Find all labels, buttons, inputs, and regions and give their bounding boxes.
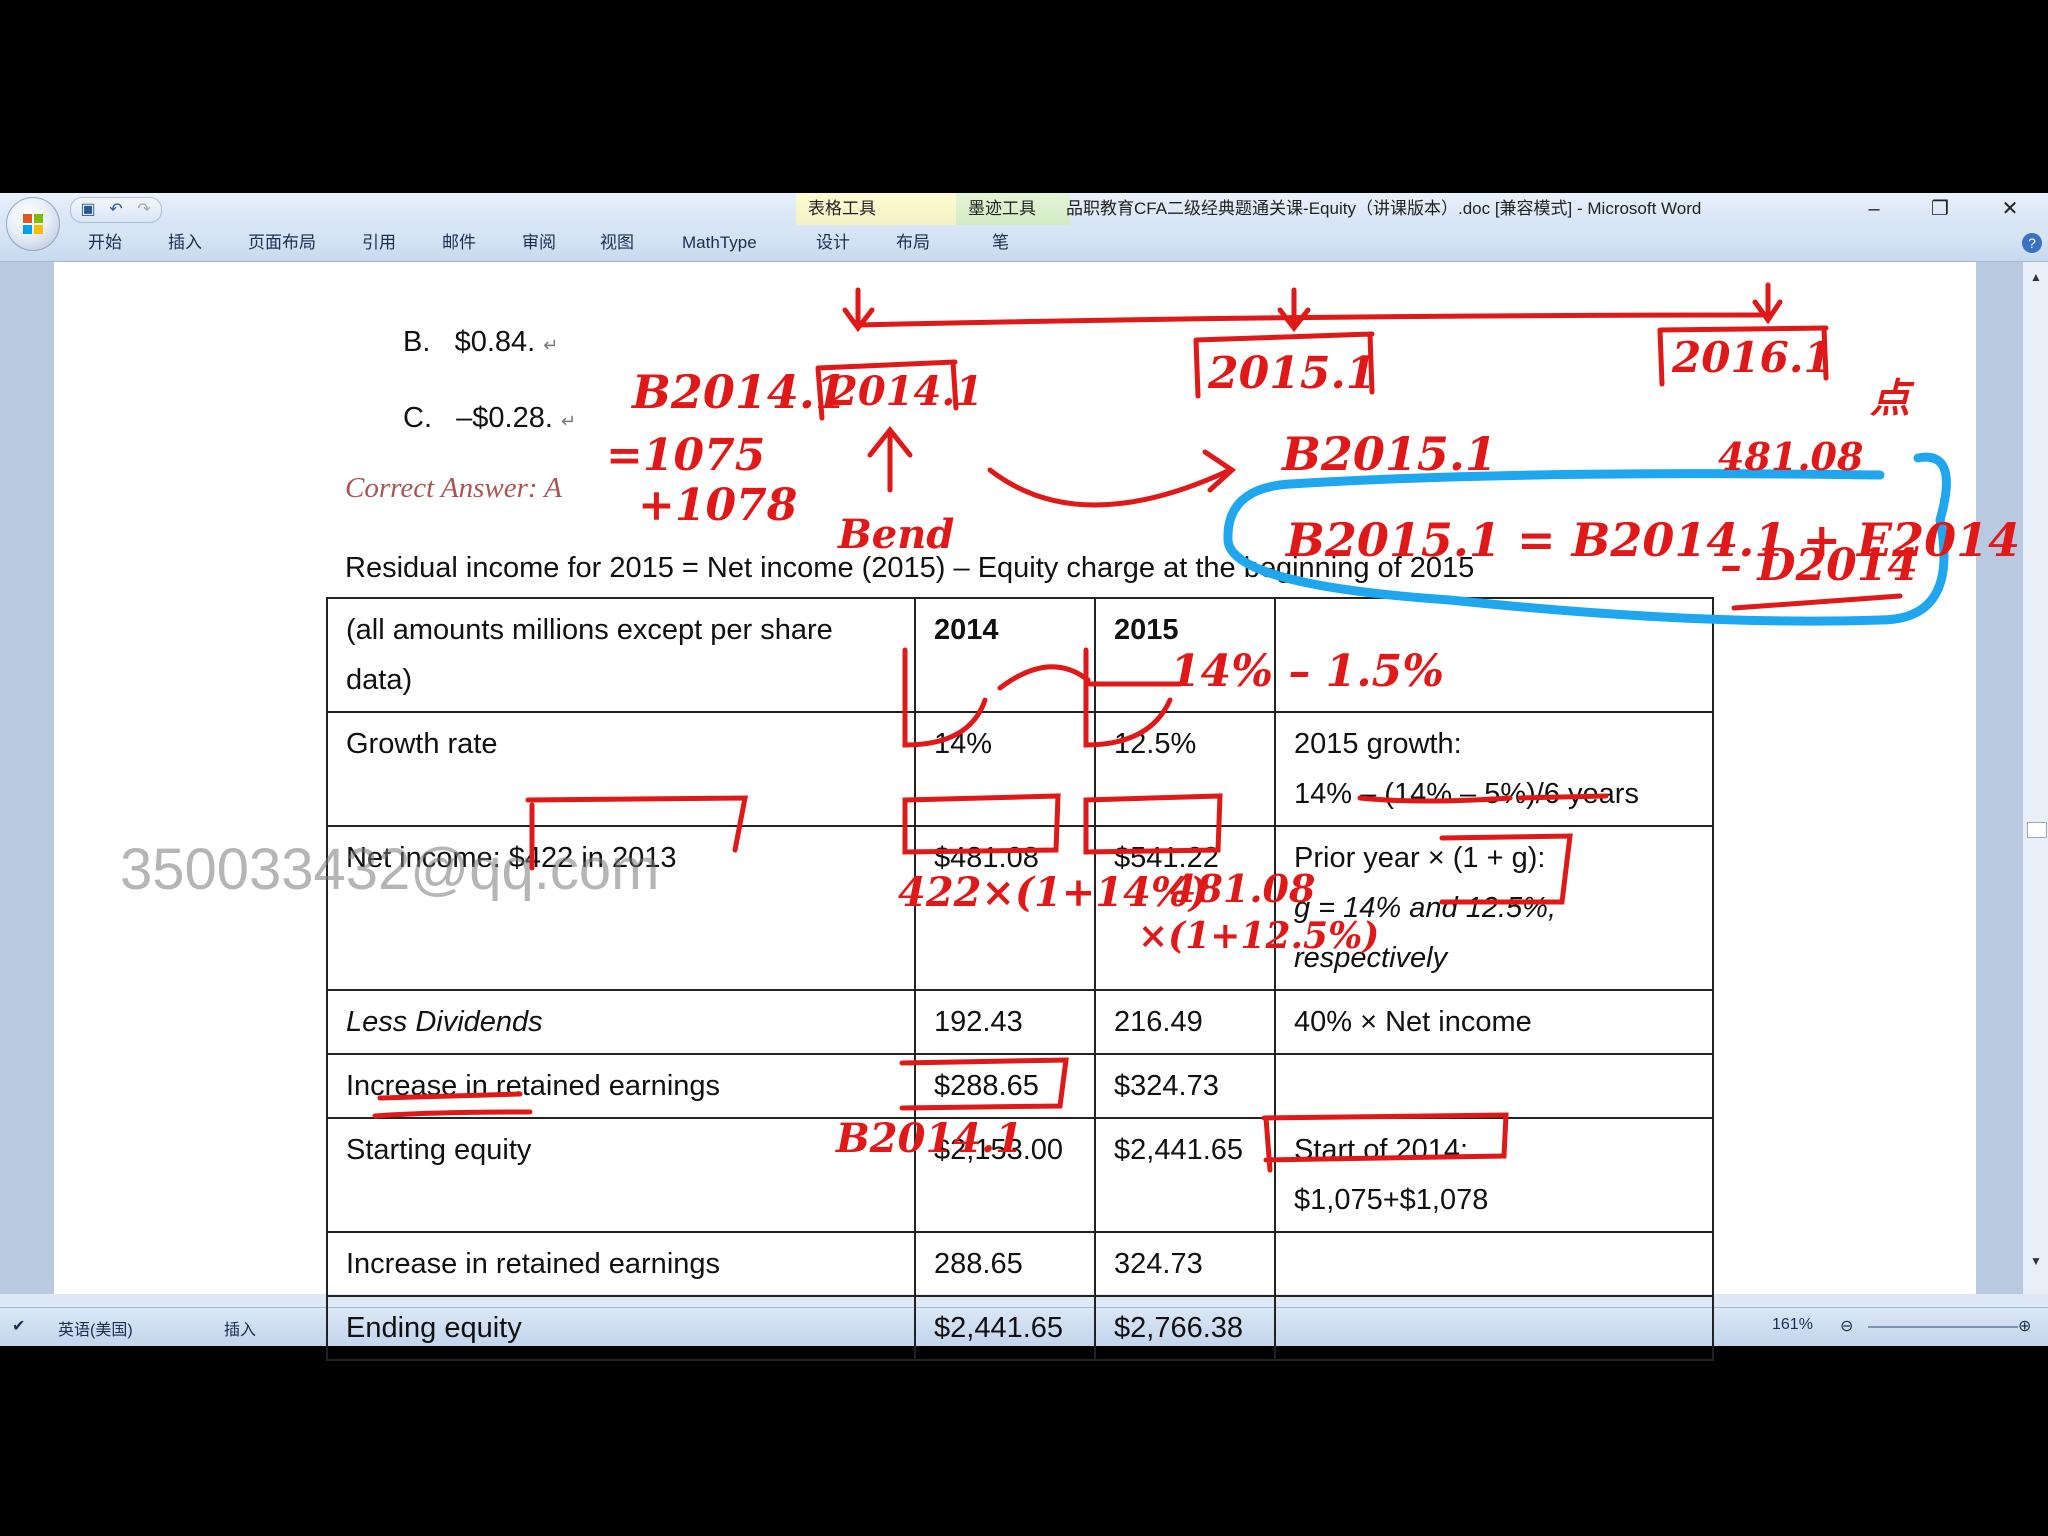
tab-mailings[interactable]: 邮件	[442, 225, 476, 261]
table-cell: 2015 growth: 14% – (14% – 5%)/6 years	[1274, 711, 1714, 827]
zoom-out-icon[interactable]: ⊖	[1840, 1316, 1853, 1336]
minimize-button[interactable]: –	[1846, 193, 1902, 225]
context-tab-ink-tools: 墨迹工具	[956, 193, 1070, 225]
residual-income-line: Residual income for 2015 = Net income (2…	[345, 552, 1475, 584]
table-cell: $2,441.65	[914, 1295, 1096, 1361]
table-cell: $541.22	[1094, 825, 1276, 991]
tab-review[interactable]: 审阅	[522, 225, 556, 261]
table-cell: $2,153.00	[914, 1117, 1096, 1233]
table-cell: $2,766.38	[1094, 1295, 1276, 1361]
table-row: Starting equity $2,153.00 $2,441.65 Star…	[326, 1117, 1714, 1233]
vertical-scrollbar[interactable]: ▲ ▼	[2022, 262, 2048, 1294]
tab-view[interactable]: 视图	[600, 225, 634, 261]
zoom-slider[interactable]	[1868, 1326, 2018, 1328]
table-cell: 40% × Net income	[1274, 989, 1714, 1055]
restore-button[interactable]: ❐	[1912, 193, 1968, 225]
table-header-row: (all amounts millions except per share d…	[326, 597, 1714, 713]
note-line: 14% – (14% – 5%)/6 years	[1294, 778, 1639, 810]
note-line: respectively	[1294, 942, 1448, 974]
table-cell: Prior year × (1 + g): g = 14% and 12.5%,…	[1274, 825, 1714, 991]
option-c-value: –$0.28.	[456, 402, 553, 434]
table-cell: Increase in retained earnings	[326, 1231, 916, 1297]
tab-mathtype[interactable]: MathType	[682, 225, 757, 261]
option-b: B. $0.84. ↵	[403, 326, 559, 358]
table-cell	[1274, 597, 1714, 713]
option-b-value: $0.84.	[454, 326, 536, 358]
table-cell	[1274, 1053, 1714, 1119]
context-tab-table-tools: 表格工具	[796, 193, 970, 225]
table-cell: 2015	[1094, 597, 1276, 713]
table-cell: Starting equity	[326, 1117, 916, 1233]
table-cell: Growth rate	[326, 711, 916, 827]
note-line: Prior year × (1 + g):	[1294, 842, 1546, 874]
table-cell: Increase in retained earnings	[326, 1053, 916, 1119]
note-line: 2015 growth:	[1294, 728, 1462, 760]
table-cell: 288.65	[914, 1231, 1096, 1297]
table-cell: 216.49	[1094, 989, 1276, 1055]
office-logo-icon	[23, 214, 43, 234]
watermark: 350033432@qq.com	[120, 837, 660, 902]
redo-icon[interactable]: ↷	[135, 201, 153, 219]
zoom-level[interactable]: 161%	[1772, 1316, 1813, 1334]
scroll-thumb[interactable]	[2027, 822, 2047, 838]
office-button[interactable]	[6, 197, 60, 251]
table-cell	[1274, 1295, 1714, 1361]
tab-page-layout[interactable]: 页面布局	[248, 225, 316, 261]
undo-icon[interactable]: ↶	[107, 201, 125, 219]
table-cell: 324.73	[1094, 1231, 1276, 1297]
scroll-down-icon[interactable]: ▼	[2027, 1252, 2045, 1270]
table-cell: $481.08	[914, 825, 1096, 991]
table-row: Increase in retained earnings $288.65 $3…	[326, 1053, 1714, 1119]
tab-insert[interactable]: 插入	[168, 225, 202, 261]
table-cell: Less Dividends	[326, 989, 916, 1055]
option-b-label: B.	[403, 326, 431, 358]
table-row: Growth rate 14% 12.5% 2015 growth: 14% –…	[326, 711, 1714, 827]
tab-references[interactable]: 引用	[362, 225, 396, 261]
save-icon[interactable]: ▣	[79, 201, 97, 219]
table-cell	[1274, 1231, 1714, 1297]
note-line: $1,075+$1,078	[1294, 1184, 1489, 1216]
zoom-in-icon[interactable]: ⊕	[2018, 1316, 2031, 1336]
table-cell: 2014	[914, 597, 1096, 713]
close-button[interactable]: ✕	[1982, 193, 2038, 225]
tab-design[interactable]: 设计	[816, 225, 850, 261]
note-line: Start of 2014:	[1294, 1134, 1469, 1166]
tab-pen[interactable]: 笔	[992, 225, 1009, 261]
table-cell: Ending equity	[326, 1295, 916, 1361]
help-icon[interactable]: ?	[2022, 233, 2042, 253]
table-cell: $324.73	[1094, 1053, 1276, 1119]
option-c-label: C.	[403, 402, 432, 434]
quick-access-toolbar: ▣ ↶ ↷	[70, 197, 162, 223]
table-cell: 192.43	[914, 989, 1096, 1055]
option-c: C. –$0.28. ↵	[403, 402, 577, 434]
insert-mode-indicator[interactable]: 插入	[224, 1316, 256, 1340]
table-cell: (all amounts millions except per share d…	[326, 597, 916, 713]
spellcheck-icon[interactable]: ✔	[12, 1316, 25, 1336]
table-cell: $2,441.65	[1094, 1117, 1276, 1233]
table-row: Increase in retained earnings 288.65 324…	[326, 1231, 1714, 1297]
correct-answer: Correct Answer: A	[345, 472, 562, 504]
ribbon-tab-bar: 开始 插入 页面布局 引用 邮件 审阅 视图 MathType 设计 布局 笔 …	[0, 225, 2048, 262]
table-cell: 12.5%	[1094, 711, 1276, 827]
language-indicator[interactable]: 英语(美国)	[58, 1316, 133, 1340]
table-row: Less Dividends 192.43 216.49 40% × Net i…	[326, 989, 1714, 1055]
scroll-up-icon[interactable]: ▲	[2027, 268, 2045, 286]
table-row: Ending equity $2,441.65 $2,766.38	[326, 1295, 1714, 1361]
table-cell: $288.65	[914, 1053, 1096, 1119]
table-cell: Start of 2014: $1,075+$1,078	[1274, 1117, 1714, 1233]
title-bar: ▣ ↶ ↷ 表格工具 墨迹工具 品职教育CFA二级经典题通关课-Equity（讲…	[0, 193, 2048, 225]
tab-layout[interactable]: 布局	[896, 225, 930, 261]
table-cell: 14%	[914, 711, 1096, 827]
note-line: g = 14% and 12.5%,	[1294, 892, 1557, 924]
window-title: 品职教育CFA二级经典题通关课-Equity（讲课版本）.doc [兼容模式] …	[1066, 199, 1702, 218]
calculation-table: (all amounts millions except per share d…	[326, 597, 1714, 1361]
tab-home[interactable]: 开始	[88, 225, 122, 261]
